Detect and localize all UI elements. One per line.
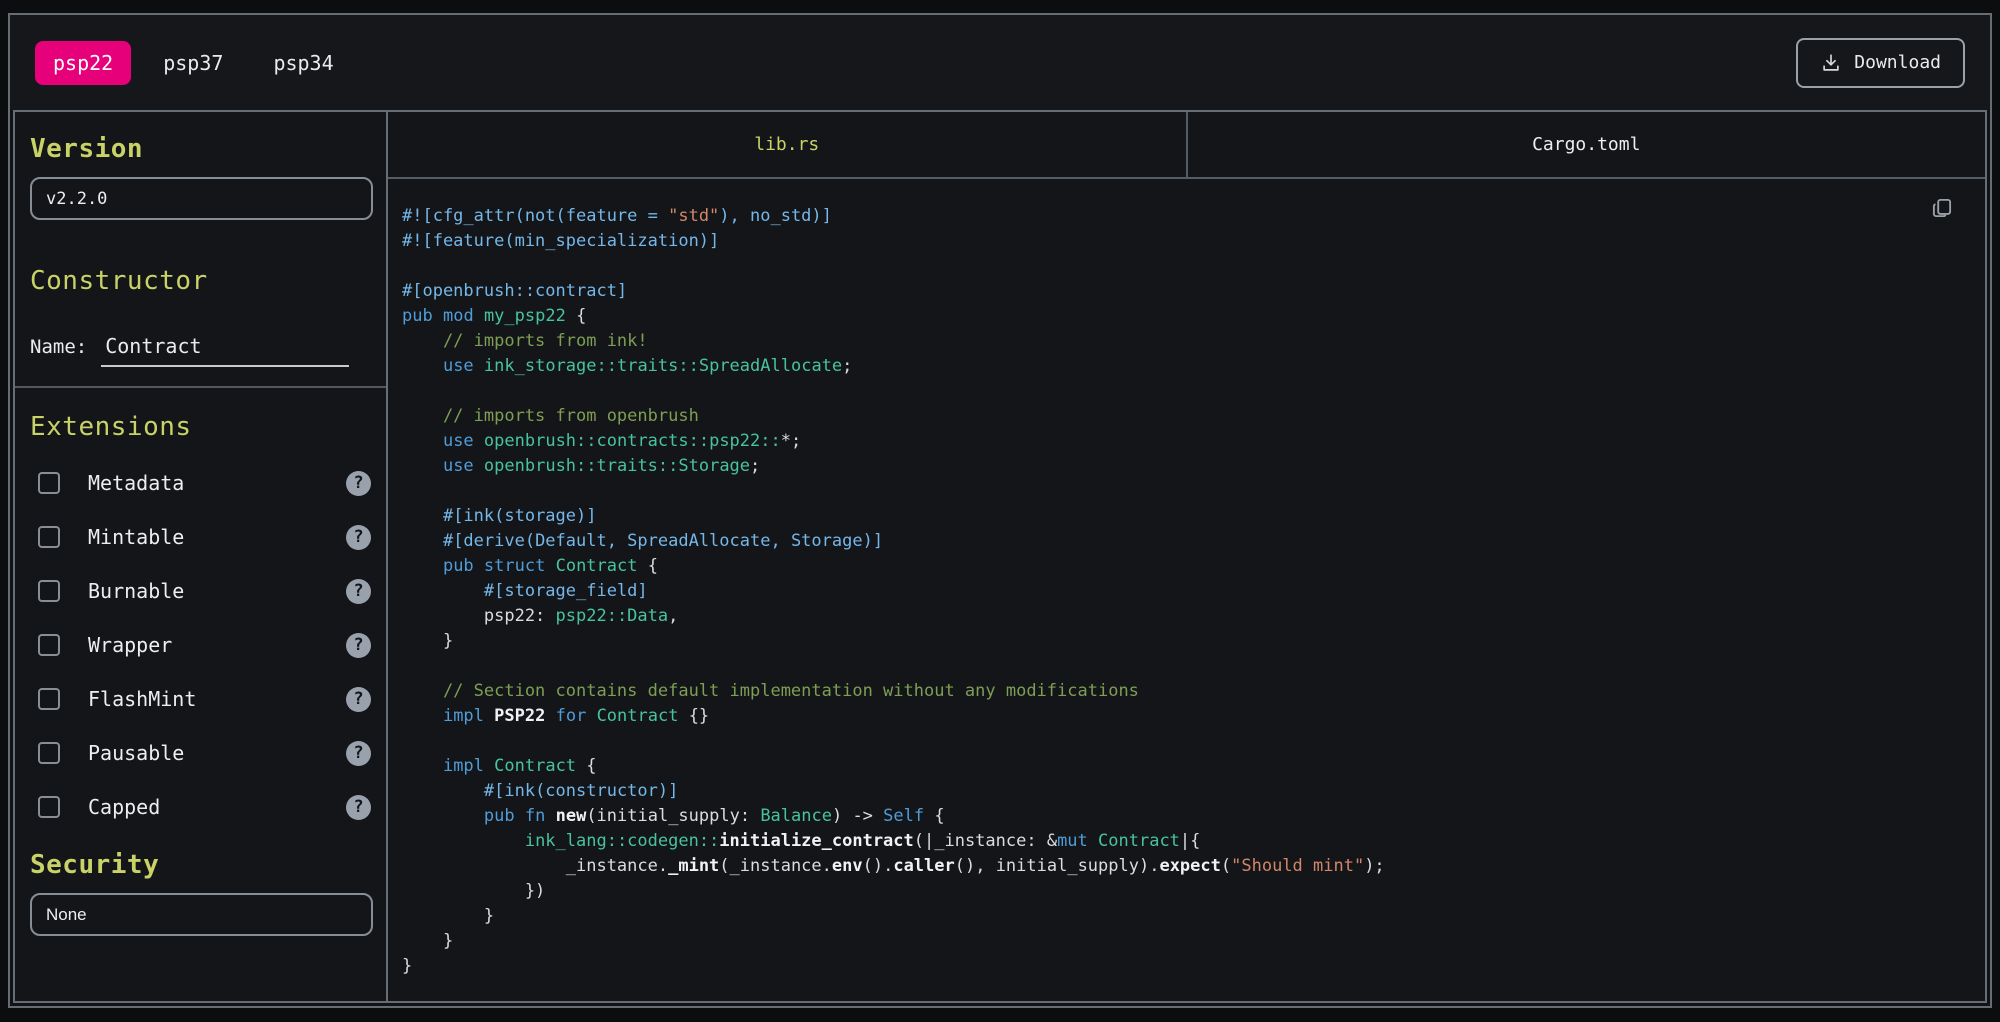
main-content: Version v2.2.0 Constructor Name: Extensi… [13, 110, 1987, 1003]
extension-row-metadata: Metadata ? [30, 456, 373, 510]
burnable-help-icon[interactable]: ? [346, 579, 371, 604]
capped-help-icon[interactable]: ? [346, 795, 371, 820]
copy-icon[interactable] [1929, 195, 1955, 225]
extension-row-burnable: Burnable ? [30, 564, 373, 618]
code-view: #![cfg_attr(not(feature = "std"), no_std… [388, 179, 1985, 999]
constructor-heading: Constructor [30, 266, 373, 296]
extension-label: Metadata [88, 471, 184, 495]
contract-tabs: psp22 psp37 psp34 [35, 41, 352, 85]
tab-cargo-toml[interactable]: Cargo.toml [1188, 112, 1986, 177]
name-label: Name: [30, 336, 87, 358]
extension-label: Burnable [88, 579, 184, 603]
pausable-checkbox[interactable] [38, 742, 60, 764]
mintable-help-icon[interactable]: ? [346, 525, 371, 550]
extension-row-mintable: Mintable ? [30, 510, 373, 564]
tab-psp34[interactable]: psp34 [255, 41, 351, 85]
extension-label: FlashMint [88, 687, 196, 711]
constructor-name-input[interactable] [101, 334, 349, 367]
burnable-checkbox[interactable] [38, 580, 60, 602]
version-select[interactable]: v2.2.0 [30, 177, 373, 220]
tab-psp22[interactable]: psp22 [35, 41, 131, 85]
extension-row-wrapper: Wrapper ? [30, 618, 373, 672]
download-button[interactable]: Download [1796, 38, 1965, 88]
tab-lib-rs[interactable]: lib.rs [388, 112, 1188, 177]
metadata-help-icon[interactable]: ? [346, 471, 371, 496]
extension-row-capped: Capped ? [30, 780, 373, 834]
metadata-checkbox[interactable] [38, 472, 60, 494]
extension-label: Wrapper [88, 633, 172, 657]
code-panel: lib.rs Cargo.toml #![cfg_attr(not(featur… [386, 110, 1987, 1003]
code-area: #![cfg_attr(not(feature = "std"), no_std… [388, 179, 1985, 1001]
version-select-value: v2.2.0 [46, 189, 107, 209]
mintable-checkbox[interactable] [38, 526, 60, 548]
security-select-value: None [46, 905, 87, 925]
extensions-list: Metadata ? Mintable ? Burnable ? Wrapper… [30, 456, 373, 834]
sidebar: Version v2.2.0 Constructor Name: Extensi… [13, 110, 388, 1003]
extension-label: Capped [88, 795, 160, 819]
download-icon [1820, 52, 1842, 74]
pausable-help-icon[interactable]: ? [346, 741, 371, 766]
capped-checkbox[interactable] [38, 796, 60, 818]
wrapper-help-icon[interactable]: ? [346, 633, 371, 658]
security-heading: Security [30, 850, 373, 880]
extension-row-pausable: Pausable ? [30, 726, 373, 780]
flashmint-help-icon[interactable]: ? [346, 687, 371, 712]
extension-label: Pausable [88, 741, 184, 765]
security-select[interactable]: None [30, 893, 373, 936]
version-heading: Version [30, 134, 373, 164]
extensions-heading: Extensions [30, 412, 373, 442]
tab-psp37[interactable]: psp37 [145, 41, 241, 85]
flashmint-checkbox[interactable] [38, 688, 60, 710]
wrapper-checkbox[interactable] [38, 634, 60, 656]
extension-label: Mintable [88, 525, 184, 549]
app-frame: psp22 psp37 psp34 Download Version v2.2.… [8, 13, 1992, 1008]
download-label: Download [1854, 52, 1941, 73]
constructor-name-row: Name: [30, 334, 373, 367]
file-tabs: lib.rs Cargo.toml [388, 112, 1985, 179]
top-bar: psp22 psp37 psp34 Download [10, 15, 1990, 110]
extension-row-flashmint: FlashMint ? [30, 672, 373, 726]
sidebar-divider [15, 386, 386, 388]
